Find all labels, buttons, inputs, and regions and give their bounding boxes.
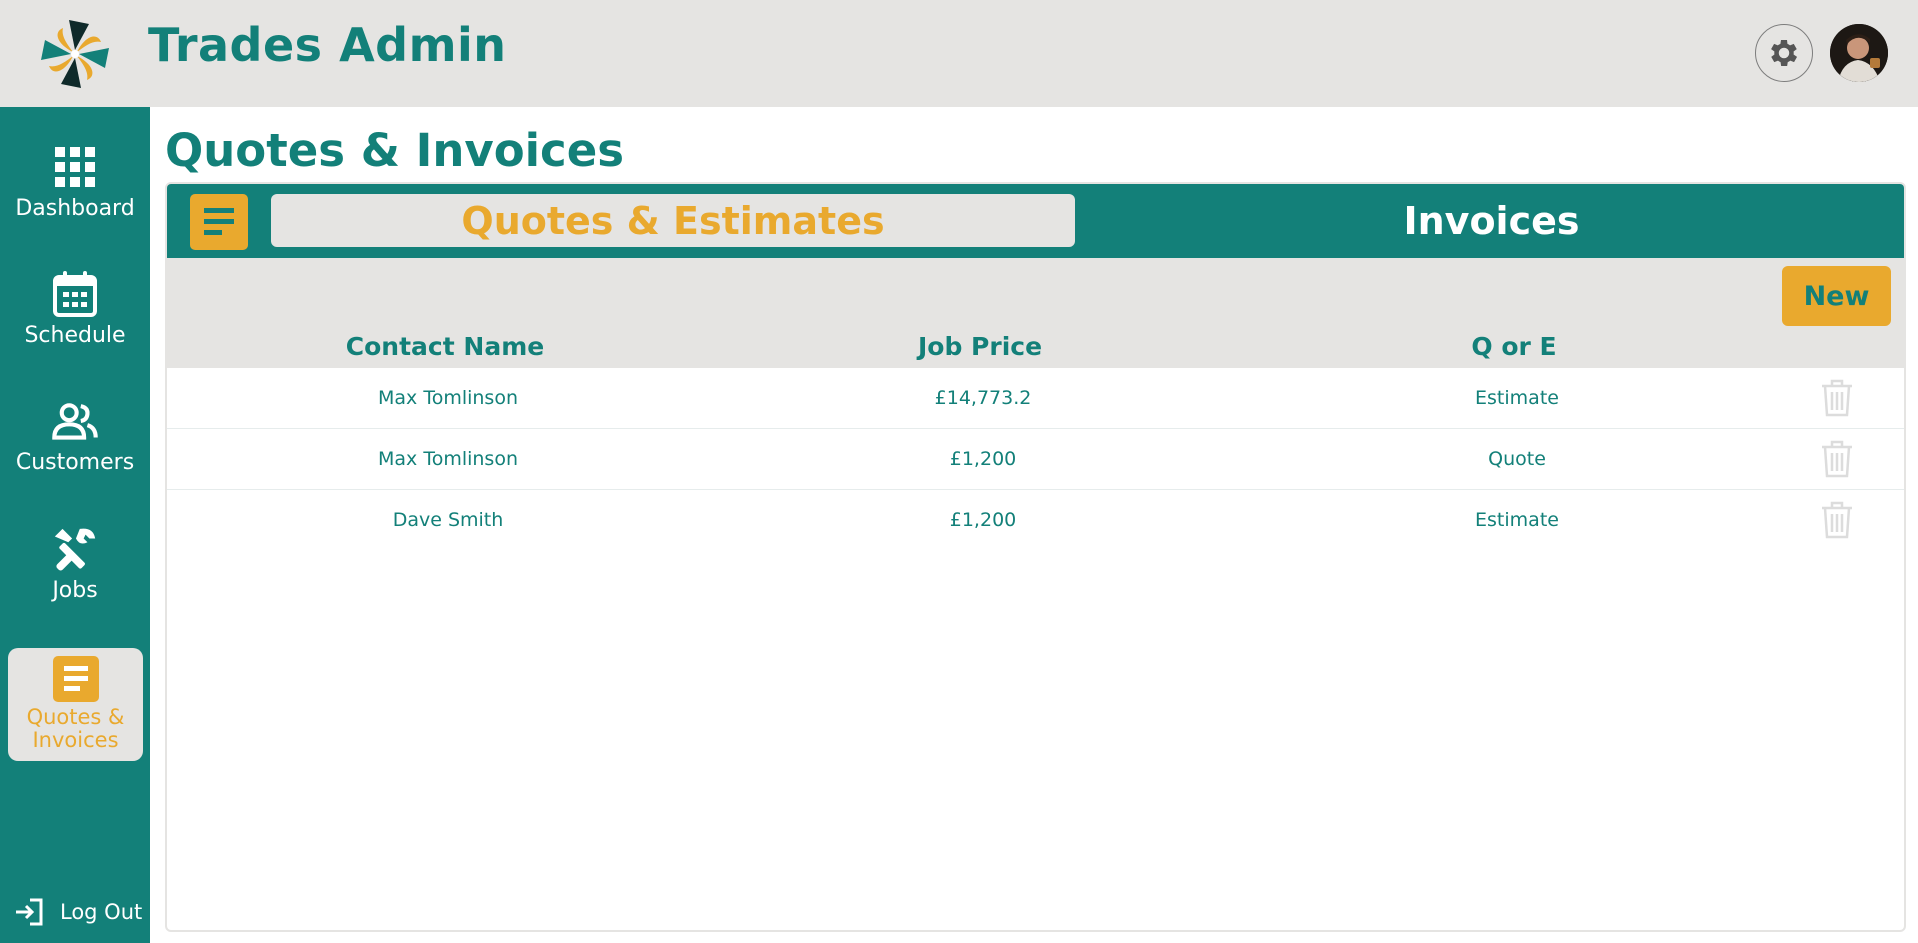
gear-icon [1771, 39, 1798, 67]
contact-name-cell: Max Tomlinson [378, 448, 518, 470]
table-row[interactable]: Dave Smith £1,200 Estimate [167, 490, 1904, 551]
sidebar-item-label: Customers [15, 450, 135, 475]
sidebar: Dashboard Schedule Customers Jobs Quotes… [0, 107, 150, 943]
page-title: Quotes & Invoices [165, 124, 625, 177]
avatar-photo-icon [1830, 24, 1888, 82]
job-price-cell: £1,200 [949, 509, 1017, 531]
trash-icon[interactable] [1820, 501, 1854, 539]
top-bar: Trades Admin [0, 0, 1918, 107]
new-button[interactable]: New [1782, 266, 1891, 326]
users-icon [51, 397, 99, 445]
app-title: Trades Admin [148, 18, 507, 72]
sidebar-item-customers[interactable]: Customers [0, 397, 150, 509]
contact-name-cell: Dave Smith [392, 509, 504, 531]
logout-icon [16, 898, 43, 926]
sidebar-item-label: Quotes & Invoices [26, 705, 125, 752]
grid-icon [51, 143, 99, 191]
sidebar-item-label: Jobs [52, 578, 98, 603]
sidebar-item-label: Dashboard [15, 196, 135, 221]
logo-icon [41, 20, 109, 88]
tab-bar: Quotes & Estimates Invoices [167, 184, 1904, 258]
app-root: Trades Admin Dashboard Schedule Customer… [0, 0, 1918, 943]
sidebar-item-label: Schedule [24, 323, 126, 348]
contact-name-cell: Max Tomlinson [378, 387, 518, 409]
quotes-panel: Quotes & Estimates Invoices New Contact … [165, 182, 1906, 932]
logout-button[interactable]: Log Out [14, 898, 142, 926]
column-header-q-or-e: Q or E [1471, 332, 1557, 361]
tools-icon [51, 525, 99, 573]
sidebar-item-jobs[interactable]: Jobs [0, 525, 150, 637]
table-row[interactable]: Max Tomlinson £1,200 Quote [167, 429, 1904, 490]
sidebar-item-quotes-invoices[interactable]: Quotes & Invoices [8, 648, 143, 761]
table-row[interactable]: Max Tomlinson £14,773.2 Estimate [167, 368, 1904, 429]
sidebar-item-schedule[interactable]: Schedule [0, 270, 150, 382]
job-price-cell: £1,200 [949, 448, 1017, 470]
trash-icon[interactable] [1820, 440, 1854, 478]
column-header-job-price: Job Price [917, 332, 1043, 361]
logout-label: Log Out [60, 900, 143, 924]
settings-button[interactable] [1755, 24, 1813, 82]
calendar-icon [51, 270, 99, 318]
document-icon [52, 656, 99, 702]
tab-invoices[interactable]: Invoices [1075, 194, 1904, 247]
document-icon [190, 194, 248, 250]
trash-icon[interactable] [1820, 379, 1854, 417]
job-price-cell: £14,773.2 [934, 387, 1032, 409]
column-header-contact-name: Contact Name [345, 332, 545, 361]
quote-type-cell: Quote [1488, 448, 1546, 470]
quote-type-cell: Estimate [1475, 387, 1559, 409]
tab-quotes-estimates[interactable]: Quotes & Estimates [271, 194, 1075, 247]
user-avatar[interactable] [1830, 24, 1888, 82]
quote-type-cell: Estimate [1475, 509, 1559, 531]
sidebar-item-dashboard[interactable]: Dashboard [0, 143, 150, 255]
